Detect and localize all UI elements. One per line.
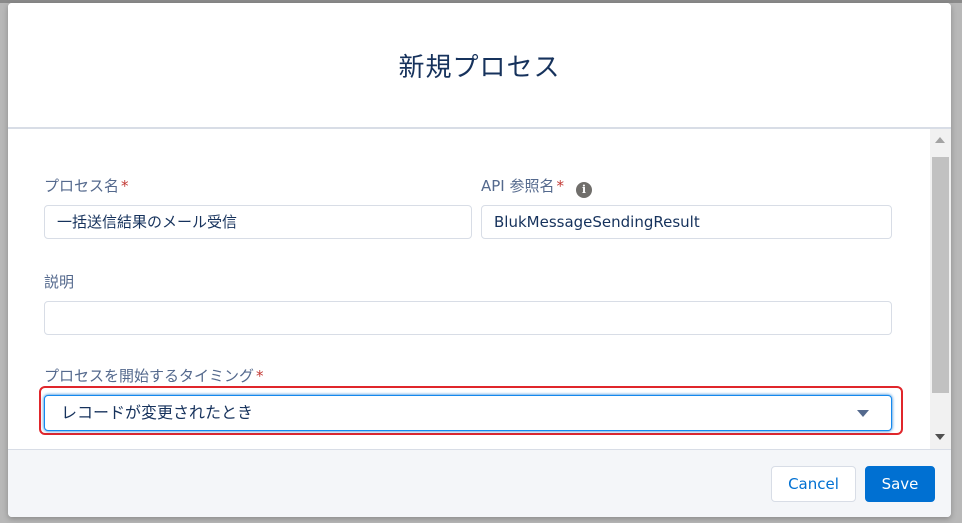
description-label: 説明 — [44, 271, 74, 292]
api-name-input[interactable]: BlukMessageSendingResult — [481, 205, 892, 239]
modal-footer: Cancel Save — [8, 449, 951, 517]
trigger-timing-select[interactable]: レコードが変更されたとき — [44, 395, 892, 431]
process-name-input[interactable]: 一括送信結果のメール受信 — [44, 205, 472, 239]
trigger-timing-label: プロセスを開始するタイミング * — [44, 365, 264, 386]
cancel-button[interactable]: Cancel — [771, 466, 856, 502]
required-mark: * — [121, 177, 129, 195]
modal-body: プロセス名 * 一括送信結果のメール受信 API 参照名 * i BlukMessag… — [8, 129, 951, 449]
description-label-text: 説明 — [44, 273, 75, 291]
scroll-down-arrow-icon[interactable] — [935, 434, 945, 440]
save-button[interactable]: Save — [865, 466, 935, 502]
api-name-label-text: API 参照名 — [481, 177, 555, 195]
info-icon[interactable]: i — [576, 182, 592, 198]
vertical-scrollbar[interactable] — [930, 129, 951, 449]
api-name-label: API 参照名 * i — [481, 175, 592, 198]
required-mark: * — [556, 177, 565, 195]
process-name-label-text: プロセス名 — [44, 177, 120, 195]
trigger-timing-selected-value: レコードが変更されたとき — [61, 403, 254, 422]
description-input[interactable] — [44, 301, 892, 335]
new-process-modal: 新規プロセス プロセス名 * 一括送信結果のメール受信 API 参照名 * i Blu… — [8, 3, 951, 517]
required-mark: * — [256, 367, 264, 385]
chevron-down-icon — [857, 410, 869, 417]
modal-title: 新規プロセス — [398, 53, 561, 83]
scrollbar-thumb[interactable] — [932, 157, 949, 393]
modal-header: 新規プロセス — [8, 3, 951, 129]
scroll-up-arrow-icon[interactable] — [935, 137, 945, 143]
process-name-label: プロセス名 * — [44, 175, 129, 196]
trigger-timing-label-text: プロセスを開始するタイミング — [44, 367, 255, 385]
